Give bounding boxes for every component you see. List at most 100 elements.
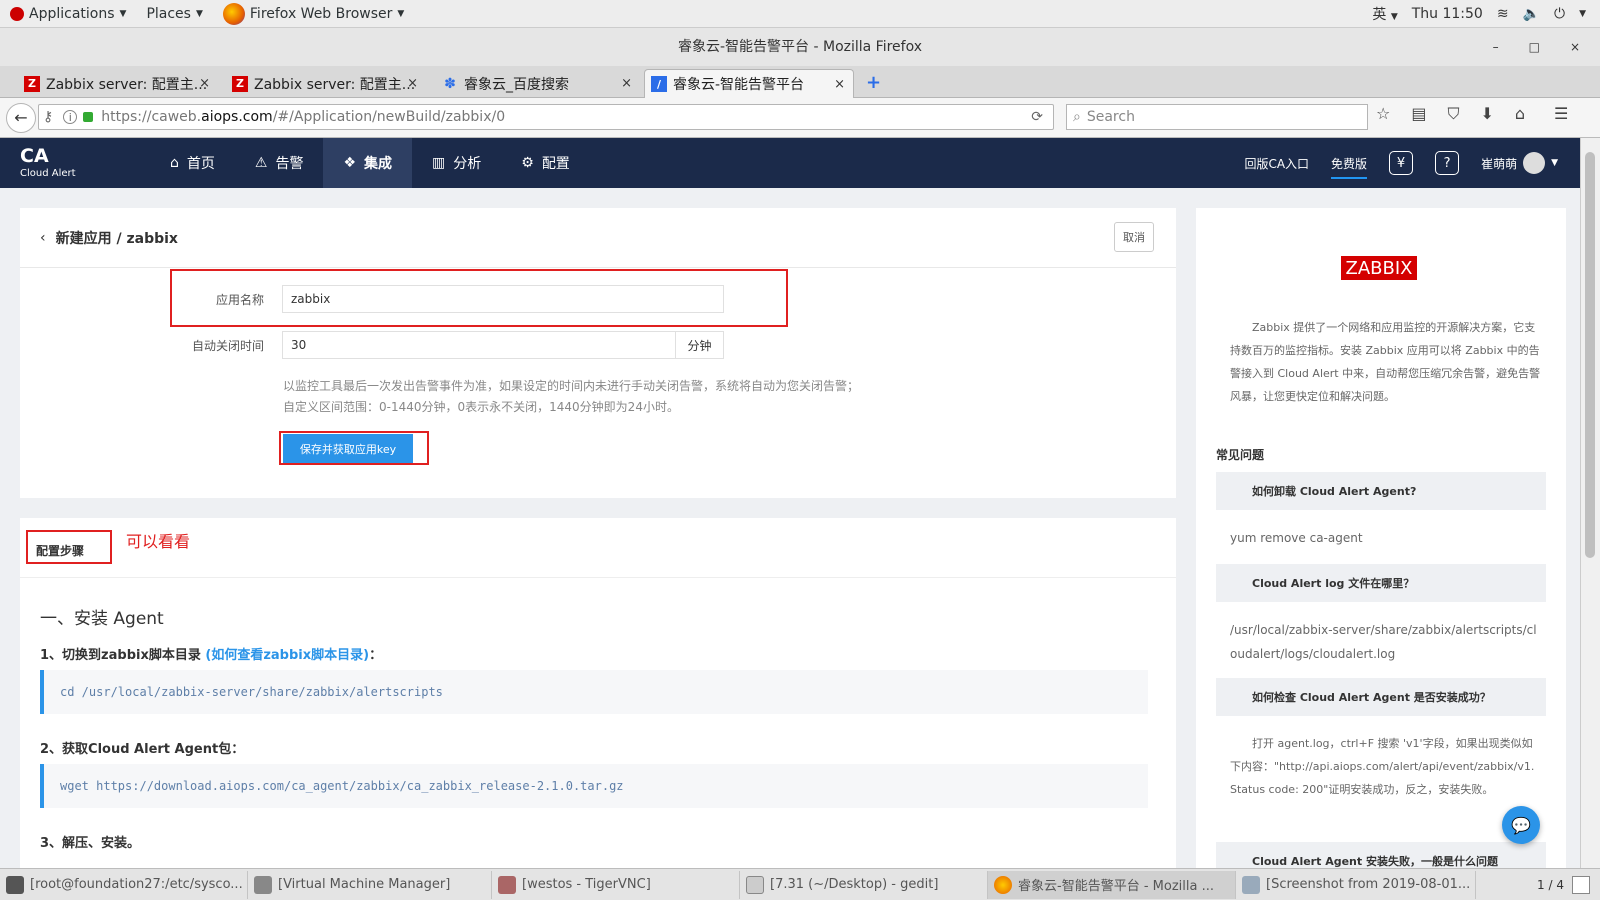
- places-label: Places: [146, 5, 191, 22]
- faq-question[interactable]: Cloud Alert Agent 安装失败，一般是什么问题: [1216, 842, 1546, 868]
- arrow-left-icon: ←: [14, 108, 28, 127]
- close-icon[interactable]: ×: [834, 77, 845, 92]
- nav-analysis[interactable]: ▥ 分析: [412, 138, 501, 188]
- close-icon[interactable]: ×: [407, 76, 418, 91]
- window-titlebar: 睿象云-智能告警平台 - Mozilla Firefox – □ ×: [0, 28, 1600, 66]
- taskbar: [root@foundation27:/etc/sysco... [Virtua…: [0, 868, 1600, 900]
- minimize-button[interactable]: –: [1493, 28, 1499, 66]
- workspace-pager[interactable]: 1 / 4: [1537, 875, 1600, 894]
- free-plan-link[interactable]: 免费版: [1331, 155, 1368, 179]
- firefox-icon: [994, 875, 1012, 894]
- clock[interactable]: Thu 11:50: [1412, 6, 1483, 22]
- home-icon[interactable]: ⌂: [1515, 104, 1525, 124]
- tab-label: 睿象云_百度搜索: [464, 76, 569, 93]
- scrollbar-thumb[interactable]: [1585, 152, 1595, 558]
- page-content: ‹ 新建应用 / zabbix 取消 应用名称 zabbix 自动关闭时间 30…: [0, 188, 1580, 868]
- app-logo[interactable]: CA Cloud Alert: [0, 147, 150, 179]
- browser-tab[interactable]: ✽ 睿象云_百度搜索 ×: [436, 69, 640, 98]
- nav-integration[interactable]: ❖ 集成: [323, 138, 413, 188]
- taskbar-item-vnc[interactable]: [westos - TigerVNC]: [492, 870, 740, 899]
- gear-icon: ⚙: [521, 155, 534, 171]
- url-bar[interactable]: ⚷ i https://caweb.aiops.com/#/Applicatio…: [38, 104, 1054, 130]
- close-window-button[interactable]: ×: [1570, 28, 1580, 66]
- nav-config[interactable]: ⚙ 配置: [501, 138, 590, 188]
- nav-alerts[interactable]: ⚠ 告警: [235, 138, 324, 188]
- page-scrollbar[interactable]: [1580, 138, 1600, 868]
- firefox-app-label: Firefox Web Browser: [249, 5, 393, 22]
- lock-icon: [83, 112, 94, 122]
- browser-tab-active[interactable]: / 睿象云-智能告警平台 ×: [644, 69, 854, 98]
- applications-menu[interactable]: Applications ▼: [0, 0, 136, 28]
- vnc-icon: [498, 875, 516, 894]
- redhat-icon: [10, 6, 24, 21]
- chevron-down-icon[interactable]: ▼: [1579, 9, 1586, 19]
- cancel-button[interactable]: 取消: [1114, 222, 1154, 252]
- nav-home[interactable]: ⌂ 首页: [150, 138, 235, 188]
- baidu-paw-icon: ✽: [444, 75, 456, 92]
- tab-label: 睿象云-智能告警平台: [673, 77, 805, 93]
- back-button[interactable]: ←: [6, 102, 36, 133]
- firefox-app-menu[interactable]: Firefox Web Browser ▼: [213, 0, 414, 28]
- faq-question[interactable]: 如何卸载 Cloud Alert Agent?: [1216, 472, 1546, 510]
- download-icon[interactable]: ⬇: [1480, 104, 1493, 124]
- taskbar-item-gedit[interactable]: [7.31 (~/Desktop) - gedit]: [740, 870, 988, 899]
- script-dir-help-link[interactable]: (如何查看zabbix脚本目录): [205, 648, 369, 663]
- browser-tab[interactable]: Z Zabbix server: 配置主... ×: [18, 69, 218, 98]
- install-agent-heading: 一、安装 Agent: [40, 609, 164, 629]
- yen-icon[interactable]: ¥: [1389, 151, 1414, 175]
- zabbix-icon: Z: [24, 75, 40, 92]
- zabbix-logo: ZABBIX: [1341, 256, 1417, 280]
- input-method-indicator[interactable]: 英 ▼: [1372, 4, 1397, 24]
- close-icon[interactable]: ×: [199, 76, 210, 91]
- faq-question[interactable]: 如何检查 Cloud Alert Agent 是否安装成功？: [1216, 678, 1546, 716]
- volume-icon[interactable]: 🔈: [1523, 6, 1540, 22]
- chat-support-button[interactable]: 💬: [1502, 806, 1540, 844]
- avatar: [1523, 152, 1546, 174]
- auto-close-input[interactable]: 30: [282, 331, 676, 359]
- pocket-icon[interactable]: ⛉: [1447, 104, 1459, 124]
- search-placeholder: Search: [1086, 109, 1135, 125]
- maximize-button[interactable]: □: [1529, 28, 1540, 66]
- page-title: 新建应用 / zabbix: [55, 230, 178, 247]
- reading-list-icon[interactable]: ▤: [1411, 104, 1426, 124]
- new-tab-button[interactable]: +: [866, 72, 881, 93]
- alarm-icon: ⚠: [254, 155, 268, 171]
- gedit-icon: [746, 875, 764, 894]
- step-1: 1、切换到zabbix脚本目录 (如何查看zabbix脚本目录)：: [40, 648, 383, 663]
- handwritten-note: 可以看看: [126, 532, 191, 551]
- old-version-link[interactable]: 回版CA入口: [1244, 155, 1309, 172]
- menu-icon[interactable]: ☰: [1554, 104, 1568, 124]
- back-chevron-icon[interactable]: ‹: [40, 230, 46, 246]
- browser-tab[interactable]: Z Zabbix server: 配置主... ×: [226, 69, 426, 98]
- power-icon[interactable]: ⏻: [1554, 6, 1565, 22]
- url-text: https://caweb.aiops.com/#/Application/ne…: [101, 109, 506, 125]
- taskbar-item-firefox[interactable]: 睿象云-智能告警平台 - Mozilla ...: [988, 870, 1236, 899]
- user-menu[interactable]: 崔萌萌 ▼: [1481, 152, 1558, 174]
- bookmark-star-icon[interactable]: ☆: [1376, 104, 1390, 124]
- layers-icon: ❖: [343, 155, 357, 171]
- close-icon[interactable]: ×: [621, 76, 632, 91]
- taskbar-item-terminal[interactable]: [root@foundation27:/etc/sysco...: [0, 870, 248, 899]
- code-block-cd: cd /usr/local/zabbix-server/share/zabbix…: [40, 670, 1148, 714]
- image-viewer-icon: [1242, 875, 1260, 894]
- user-name: 崔萌萌: [1481, 156, 1518, 171]
- taskbar-item-vmm[interactable]: [Virtual Machine Manager]: [248, 870, 492, 899]
- auto-close-row: 自动关闭时间 30 分钟: [192, 331, 724, 359]
- window-title: 睿象云-智能告警平台 - Mozilla Firefox: [677, 39, 923, 55]
- navigation-toolbar: ← ⚷ i https://caweb.aiops.com/#/Applicat…: [0, 98, 1600, 138]
- search-bar[interactable]: ⌕ Search: [1066, 104, 1368, 130]
- new-app-form-card: ‹ 新建应用 / zabbix 取消 应用名称 zabbix 自动关闭时间 30…: [20, 208, 1176, 498]
- annotation-box: [170, 269, 788, 327]
- info-icon[interactable]: i: [63, 110, 78, 124]
- taskbar-item-screenshot[interactable]: [Screenshot from 2019-08-01...: [1236, 870, 1476, 899]
- wifi-icon[interactable]: ≋: [1497, 6, 1509, 22]
- annotation-box: [279, 431, 429, 465]
- places-menu[interactable]: Places ▼: [136, 0, 212, 28]
- reload-icon[interactable]: ⟳: [1031, 109, 1043, 125]
- step-3: 3、解压、安装。: [40, 836, 141, 851]
- tab-label: Zabbix server: 配置主...: [254, 76, 416, 93]
- faq-answer: 打开 agent.log，ctrl+F 搜索 'v1'字段，如果出现类似如下内容…: [1230, 737, 1535, 796]
- workspace-icon: [1572, 875, 1590, 894]
- help-icon[interactable]: ?: [1435, 151, 1460, 175]
- faq-question[interactable]: Cloud Alert log 文件在哪里？: [1216, 564, 1546, 602]
